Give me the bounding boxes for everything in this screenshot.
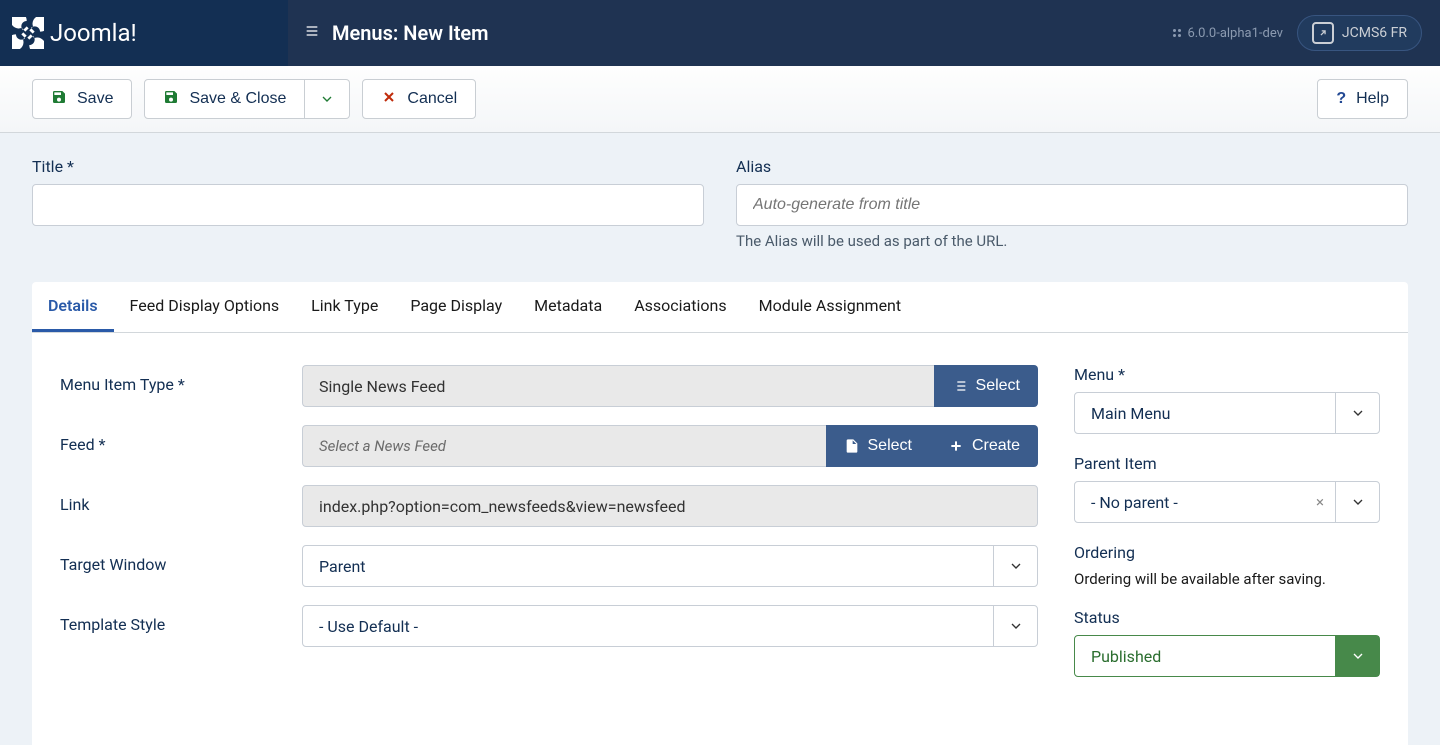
- menu-item-type-value: Single News Feed: [302, 365, 934, 407]
- chevron-down-icon: [319, 91, 335, 107]
- cancel-label: Cancel: [407, 90, 457, 108]
- help-label: Help: [1356, 90, 1389, 108]
- ordering-hint: Ordering will be available after saving.: [1074, 570, 1380, 588]
- page-title: Menus: New Item: [332, 21, 489, 45]
- cancel-icon: [381, 89, 397, 110]
- chevron-down-icon: [993, 606, 1037, 646]
- save-close-label: Save & Close: [189, 90, 286, 108]
- details-panel: Menu Item Type * Single News Feed Select…: [32, 333, 1408, 745]
- template-style-value: - Use Default -: [319, 617, 418, 636]
- version-badge[interactable]: 6.0.0-alpha1-dev: [1171, 26, 1282, 41]
- chevron-down-icon: [1335, 636, 1379, 676]
- save-button[interactable]: Save: [32, 79, 132, 119]
- title-input[interactable]: [32, 184, 704, 226]
- select-label: Select: [976, 377, 1020, 395]
- title-label: Title *: [32, 157, 704, 176]
- menu-item-type-label: Menu Item Type *: [60, 365, 302, 394]
- alias-label: Alias: [736, 157, 1408, 176]
- tab-details[interactable]: Details: [32, 282, 114, 332]
- parent-item-label: Parent Item: [1074, 454, 1380, 473]
- title-group: Title *: [32, 157, 704, 250]
- template-style-select[interactable]: - Use Default -: [302, 605, 1038, 647]
- menu-item-type-select-button[interactable]: Select: [934, 365, 1038, 407]
- feed-select-label: Select: [868, 437, 912, 455]
- help-button[interactable]: ? Help: [1317, 79, 1408, 119]
- parent-item-select[interactable]: - No parent - ×: [1074, 481, 1380, 523]
- status-label: Status: [1074, 608, 1380, 627]
- save-dropdown-toggle[interactable]: [305, 79, 350, 119]
- alias-input[interactable]: [736, 184, 1408, 226]
- save-close-group: Save & Close: [144, 79, 350, 119]
- link-value: index.php?option=com_newsfeeds&view=news…: [302, 485, 1038, 527]
- status-value: Published: [1091, 647, 1161, 666]
- tab-module-assignment[interactable]: Module Assignment: [743, 282, 918, 332]
- content-area: Title * Alias The Alias will be used as …: [0, 133, 1440, 745]
- ordering-label: Ordering: [1074, 543, 1380, 562]
- link-label: Link: [60, 485, 302, 514]
- joomla-small-icon: [1171, 27, 1183, 39]
- cancel-button[interactable]: Cancel: [362, 79, 476, 119]
- user-badge[interactable]: JCMS6 FR: [1297, 15, 1422, 51]
- brand[interactable]: Joomla!: [0, 0, 288, 66]
- clear-icon[interactable]: ×: [1305, 493, 1335, 511]
- details-side: Menu * Main Menu Parent Item - No parent…: [1074, 365, 1380, 697]
- tabs: Details Feed Display Options Link Type P…: [32, 282, 1408, 333]
- tab-link-type[interactable]: Link Type: [295, 282, 394, 332]
- alias-hint: The Alias will be used as part of the UR…: [736, 232, 1408, 250]
- user-text: JCMS6 FR: [1342, 25, 1407, 41]
- feed-label: Feed *: [60, 425, 302, 454]
- app-header: Joomla! Menus: New Item 6.0.0-alpha1-dev…: [0, 0, 1440, 66]
- menu-label: Menu *: [1074, 365, 1380, 384]
- chevron-down-icon: [1335, 393, 1379, 433]
- target-window-select[interactable]: Parent: [302, 545, 1038, 587]
- version-text: 6.0.0-alpha1-dev: [1187, 26, 1282, 41]
- toolbar: Save Save & Close Cancel ? Help: [0, 66, 1440, 133]
- target-window-label: Target Window: [60, 545, 302, 574]
- help-icon: ?: [1336, 90, 1346, 108]
- feed-create-button[interactable]: Create: [930, 425, 1038, 467]
- header-right: 6.0.0-alpha1-dev JCMS6 FR: [1171, 15, 1440, 51]
- list-icon: [952, 378, 968, 394]
- chevron-down-icon: [1335, 482, 1379, 522]
- tab-associations[interactable]: Associations: [618, 282, 742, 332]
- template-style-label: Template Style: [60, 605, 302, 634]
- parent-item-value: - No parent -: [1075, 493, 1305, 512]
- feed-create-label: Create: [972, 437, 1020, 455]
- chevron-down-icon: [993, 546, 1037, 586]
- joomla-icon: [12, 17, 44, 49]
- save-close-button[interactable]: Save & Close: [144, 79, 305, 119]
- status-select[interactable]: Published: [1074, 635, 1380, 677]
- brand-text: Joomla!: [50, 19, 137, 47]
- save-icon: [163, 89, 179, 110]
- tab-feed-display-options[interactable]: Feed Display Options: [114, 282, 296, 332]
- file-icon: [844, 438, 860, 454]
- save-label: Save: [77, 90, 113, 108]
- menu-select[interactable]: Main Menu: [1074, 392, 1380, 434]
- alias-group: Alias The Alias will be used as part of …: [736, 157, 1408, 250]
- external-link-icon: [1312, 22, 1334, 44]
- tab-metadata[interactable]: Metadata: [518, 282, 618, 332]
- feed-select-button[interactable]: Select: [826, 425, 930, 467]
- details-main: Menu Item Type * Single News Feed Select…: [60, 365, 1038, 697]
- feed-value: Select a News Feed: [302, 425, 826, 467]
- target-window-value: Parent: [319, 557, 366, 576]
- menu-list-icon[interactable]: [304, 23, 320, 43]
- tab-page-display[interactable]: Page Display: [394, 282, 518, 332]
- plus-icon: [948, 438, 964, 454]
- save-icon: [51, 89, 67, 110]
- menu-value: Main Menu: [1091, 404, 1170, 423]
- page-title-bar: Menus: New Item: [288, 21, 1171, 45]
